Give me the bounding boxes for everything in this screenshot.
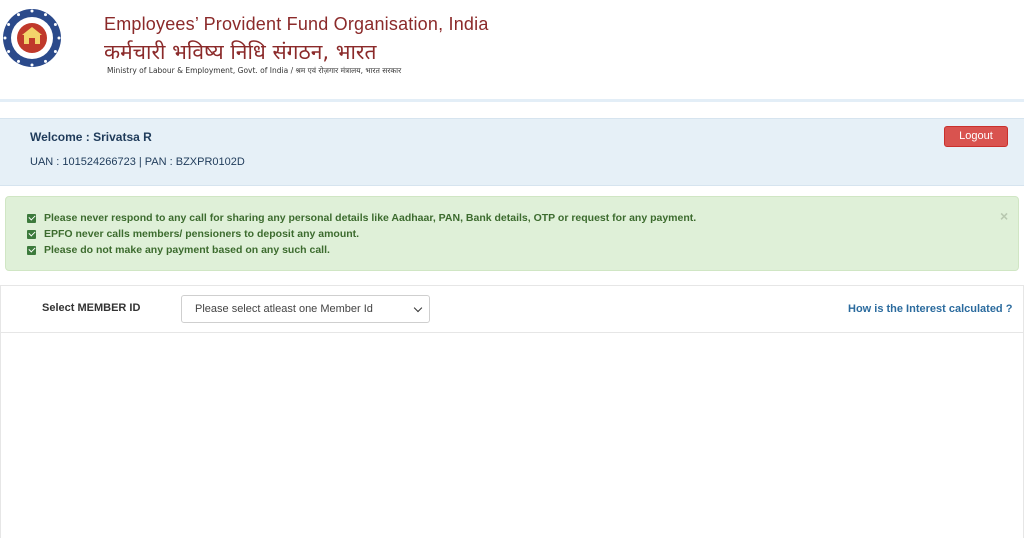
interest-calculation-link[interactable]: How is the Interest calculated ? — [848, 303, 1012, 315]
ministry-text: Ministry of Labour & Employment, Govt. o… — [107, 66, 402, 75]
alert-item: EPFO never calls members/ pensioners to … — [27, 228, 359, 240]
member-selection-bar: Select MEMBER ID Please select atleast o… — [1, 286, 1023, 333]
close-icon[interactable]: × — [1000, 208, 1008, 224]
site-header: Employees’ Provident Fund Organisation, … — [0, 0, 1024, 102]
passbook-panel: Select MEMBER ID Please select atleast o… — [0, 285, 1024, 538]
checkbox-checked-icon — [27, 213, 36, 223]
epfo-emblem-icon — [3, 9, 61, 67]
checkbox-checked-icon — [27, 245, 36, 255]
org-name-english: Employees’ Provident Fund Organisation, … — [104, 14, 489, 34]
member-id-select-value: Please select atleast one Member Id — [195, 303, 373, 315]
member-id-label: Select MEMBER ID — [42, 302, 141, 314]
uan-pan-info: UAN : 101524266723 | PAN : BZXPR0102D — [30, 156, 245, 168]
alert-item-text: Please do not make any payment based on … — [44, 244, 330, 256]
member-id-select[interactable]: Please select atleast one Member Id — [181, 295, 430, 323]
header-divider — [0, 99, 1024, 102]
logout-button[interactable]: Logout — [944, 126, 1008, 147]
alert-item: Please do not make any payment based on … — [27, 244, 330, 256]
alert-item: Please never respond to any call for sha… — [27, 212, 696, 224]
alert-item-text: Please never respond to any call for sha… — [44, 212, 697, 224]
security-alert: Please never respond to any call for sha… — [5, 196, 1019, 271]
org-name-hindi: कर्मचारी भविष्य निधि संगठन, भारत — [104, 40, 377, 64]
chevron-down-icon — [413, 303, 423, 313]
checkbox-checked-icon — [27, 229, 36, 239]
alert-item-text: EPFO never calls members/ pensioners to … — [44, 228, 360, 240]
welcome-bar: Welcome : Srivatsa R UAN : 101524266723 … — [0, 118, 1024, 186]
welcome-greeting: Welcome : Srivatsa R — [30, 130, 152, 144]
